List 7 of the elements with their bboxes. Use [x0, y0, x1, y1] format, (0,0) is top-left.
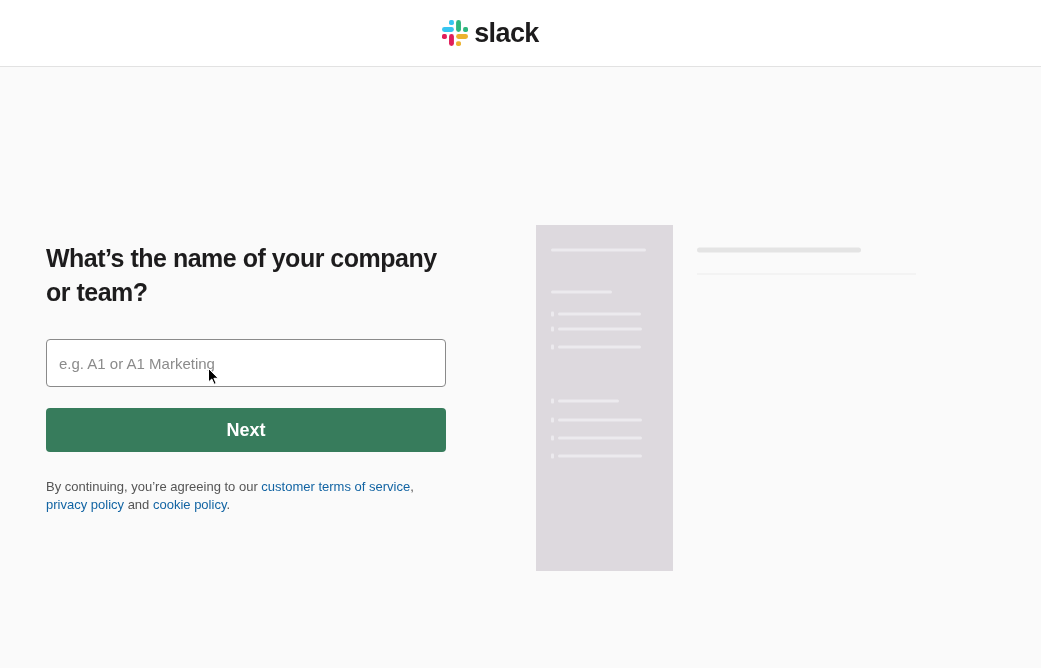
- input-field[interactable]: e.g. A1 or A1 Marketing: [46, 339, 446, 387]
- next-button[interactable]: Next: [46, 408, 446, 452]
- logo-wordmark: slack: [474, 18, 539, 48]
- inline-link[interactable]: privacy policy: [46, 497, 125, 512]
- page-heading: What’s the name of your company or team?: [46, 243, 438, 308]
- slack-logo-icon: [442, 20, 469, 46]
- legal-notice: By continuing, you’re agreeing to our customer terms of service, privacy policy and cookie policy.: [46, 478, 415, 514]
